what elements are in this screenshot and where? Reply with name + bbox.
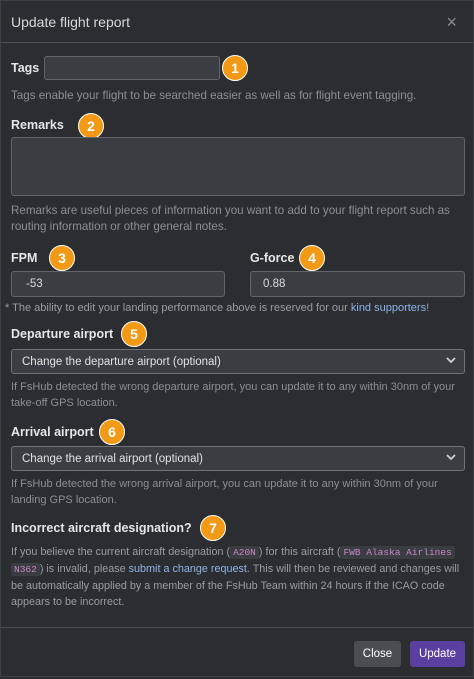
departure-airport-select[interactable]: Change the departure airport (optional) xyxy=(11,349,465,374)
modal-header: Update flight report × xyxy=(1,1,473,43)
remarks-textarea[interactable] xyxy=(11,137,465,196)
modal-title: Update flight report xyxy=(11,13,131,30)
remarks-label: Remarks xyxy=(11,118,64,132)
close-icon[interactable]: × xyxy=(446,13,457,31)
tags-label: Tags xyxy=(11,61,40,75)
modal-footer: Close Update xyxy=(1,627,473,679)
kind-supporters-link[interactable]: kind supporters xyxy=(351,302,426,314)
chevron-down-icon xyxy=(446,355,456,368)
kind-note-suffix: ! xyxy=(426,302,430,314)
annotation-badge-1: 1 xyxy=(222,55,248,81)
kind-supporters-note: * The ability to edit your landing perfo… xyxy=(5,300,471,316)
gforce-input[interactable] xyxy=(250,271,465,297)
gforce-label: G-force xyxy=(250,251,295,265)
annotation-badge-4: 4 xyxy=(299,245,325,271)
tags-input[interactable] xyxy=(44,56,220,80)
registration-code: N362 xyxy=(11,563,40,576)
fpm-input[interactable] xyxy=(11,271,225,297)
update-flight-report-modal: Update flight report × Tags 1 Tags enabl… xyxy=(0,0,474,677)
annotation-badge-6: 6 xyxy=(99,419,125,445)
close-button[interactable]: Close xyxy=(354,641,401,667)
departure-label: Departure airport xyxy=(11,327,114,341)
tags-help: Tags enable your flight to be searched e… xyxy=(11,89,417,102)
annotation-badge-7: 7 xyxy=(200,515,226,541)
arrival-airport-select[interactable]: Change the arrival airport (optional) xyxy=(11,446,465,471)
aircraft-code: A20N xyxy=(230,546,259,559)
submit-change-request-link[interactable]: submit a change request xyxy=(129,563,247,575)
aircraft-text-1: If you believe the current aircraft desi… xyxy=(11,546,231,558)
kind-note-prefix: * The ability to edit your landing perfo… xyxy=(5,302,351,314)
annotation-badge-5: 5 xyxy=(121,321,147,347)
aircraft-text-3: ) is invalid, please xyxy=(39,563,129,575)
aircraft-text-2: ) for this aircraft ( xyxy=(258,546,341,558)
aircraft-help: If you believe the current aircraft desi… xyxy=(11,544,467,610)
fpm-label: FPM xyxy=(11,251,38,265)
departure-help: If FsHub detected the wrong departure ai… xyxy=(11,381,455,409)
arrival-help: If FsHub detected the wrong arrival airp… xyxy=(11,478,438,506)
aircraft-label: Incorrect aircraft designation? xyxy=(11,521,192,535)
airline-code: FWB Alaska Airlines xyxy=(340,546,455,559)
arrival-select-value: Change the arrival airport (optional) xyxy=(22,452,203,465)
update-button[interactable]: Update xyxy=(410,641,465,667)
arrival-label: Arrival airport xyxy=(11,425,94,439)
annotation-badge-2: 2 xyxy=(78,113,104,139)
departure-select-value: Change the departure airport (optional) xyxy=(22,355,221,368)
remarks-help: Remarks are useful pieces of information… xyxy=(11,204,450,233)
chevron-down-icon xyxy=(446,452,456,465)
annotation-badge-3: 3 xyxy=(49,245,75,271)
